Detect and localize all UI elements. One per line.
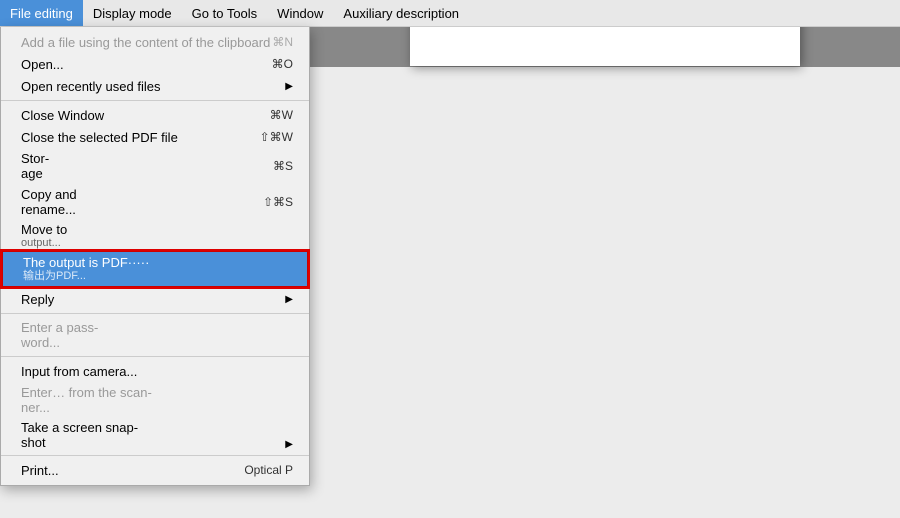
menu-item-screenshot[interactable]: Take a screen snap-shot ▶ (1, 418, 309, 452)
menubar-auxiliary-description[interactable]: Auxiliary description (333, 0, 469, 26)
menu-item-print[interactable]: Print... Optical P (1, 459, 309, 481)
menu-item-move-to[interactable]: Move to output... (1, 220, 309, 250)
menubar-go-to-tools[interactable]: Go to Tools (182, 0, 268, 26)
separator-2 (1, 313, 309, 314)
menu-item-output-pdf[interactable]: The output is PDF····· 输出为PDF... (1, 250, 309, 288)
separator-3 (1, 356, 309, 357)
menubar-file-editing[interactable]: File editing (0, 0, 83, 26)
menu-item-password[interactable]: Enter a pass-word... (1, 317, 309, 353)
menu-item-scanner[interactable]: Enter… from the scan-ner... (1, 382, 309, 418)
file-editing-dropdown: Add a file using the content of the clip… (0, 27, 310, 486)
menu-item-copy-rename[interactable]: Copy andrename... ⇧⌘S (1, 184, 309, 220)
menu-item-close-window[interactable]: Close Window ⌘W (1, 104, 309, 126)
menu-item-open-recent[interactable]: Open recently used files ▶ (1, 75, 309, 97)
separator-1 (1, 100, 309, 101)
menubar: File editing Display mode Go to Tools Wi… (0, 0, 900, 27)
menu-item-close-pdf[interactable]: Close the selected PDF file ⇧⌘W (1, 126, 309, 148)
menubar-window[interactable]: Window (267, 0, 333, 26)
menu-item-camera[interactable]: Input from camera... (1, 360, 309, 382)
menu-item-add-clipboard[interactable]: Add a file using the content of the clip… (1, 31, 309, 53)
menu-item-open[interactable]: Open... ⌘O (1, 53, 309, 75)
menu-item-reply[interactable]: Reply ▶ (1, 288, 309, 310)
separator-4 (1, 455, 309, 456)
menubar-display-mode[interactable]: Display mode (83, 0, 182, 26)
menu-item-storage[interactable]: Stor-age ⌘S (1, 148, 309, 184)
